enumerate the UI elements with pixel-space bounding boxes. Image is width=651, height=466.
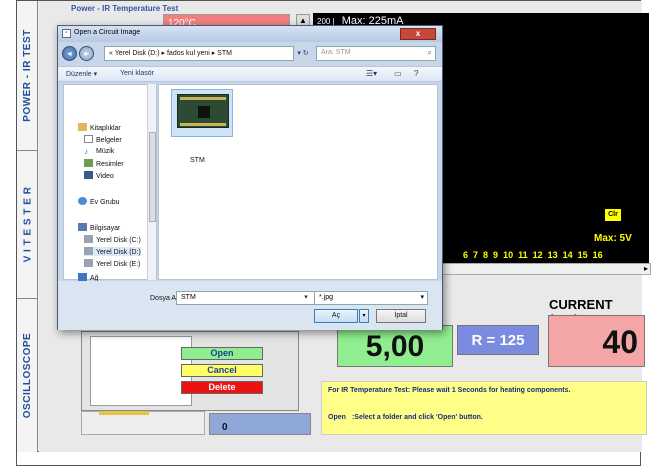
navigation-pane: Kitaplıklar Belgeler ♪ Müzik Resimler Vid… — [63, 84, 157, 282]
search-input[interactable]: Ara: STM ⌕ — [316, 46, 436, 61]
nav-libraries[interactable]: Kitaplıklar — [78, 123, 121, 132]
address-row: ◂ ▸ « Yerel Disk (D:) ▸ fados kul yeni ▸… — [58, 43, 442, 65]
clear-button[interactable]: Clr — [605, 209, 621, 221]
nav-computer[interactable]: Bilgisayar — [78, 223, 120, 232]
scrollbar-thumb[interactable] — [149, 132, 156, 222]
disk-icon — [84, 235, 93, 243]
info-text: :Select a folder and click 'Open' button… — [351, 414, 483, 421]
nav-disk-e[interactable]: Yerel Disk (E:) — [84, 259, 140, 268]
dialog-title: Open a Circuit Image — [74, 29, 141, 36]
x-tick-label: 16 — [592, 250, 603, 260]
close-icon[interactable]: x — [400, 28, 436, 40]
filetype-value: *.jpg — [319, 294, 334, 301]
nav-documents[interactable]: Belgeler — [84, 135, 122, 144]
tab-power-ir-test[interactable]: POWER - IR TEST — [17, 1, 38, 151]
homegroup-icon — [78, 197, 87, 205]
disk-icon — [84, 247, 93, 255]
x-tick-label: 6 — [463, 250, 469, 260]
voltage-display: 5,00 — [337, 325, 453, 367]
back-arrow-icon[interactable]: ◂ — [62, 46, 77, 61]
resistance-display: R = 125 — [457, 325, 539, 355]
tab-oscilloscope[interactable]: OSCILLOSCOPE — [17, 299, 38, 452]
x-tick-label: 12 — [532, 250, 543, 260]
cancel-button[interactable]: Cancel — [181, 364, 263, 377]
video-icon — [84, 171, 93, 179]
dialog-footer: Dosya Adı: STM ▾ *.jpg ▾ Aç ▾ İptal — [58, 281, 442, 330]
x-axis-ticks: 6 7 8 9 10 11 12 13 14 15 16 — [463, 250, 603, 260]
count-display: 0 — [209, 413, 311, 435]
help-icon[interactable]: ? — [414, 69, 418, 78]
refresh-icon[interactable]: ▾ ↻ — [296, 46, 310, 61]
preview-pane-icon[interactable]: ▭ — [394, 69, 402, 78]
open-file-dialog: ▫ Open a Circuit Image x ◂ ▸ « Yerel Dis… — [57, 25, 443, 330]
nav-disk-d[interactable]: Yerel Disk (D:) — [84, 247, 141, 256]
pictures-icon — [84, 159, 93, 167]
filetype-select[interactable]: *.jpg ▾ — [314, 291, 428, 305]
dialog-open-button[interactable]: Aç — [314, 309, 358, 323]
tab-label: POWER - IR TEST — [22, 29, 33, 122]
x-tick-label: 10 — [503, 250, 514, 260]
library-icon — [78, 123, 87, 131]
chevron-down-icon[interactable]: ▾ — [300, 291, 312, 305]
circuit-board-thumbnail — [177, 94, 229, 128]
scroll-right-icon[interactable]: ▸ — [644, 264, 648, 273]
forward-arrow-icon[interactable]: ▸ — [79, 46, 94, 61]
x-tick-label: 13 — [547, 250, 558, 260]
computer-icon — [78, 223, 87, 231]
open-button[interactable]: Open — [181, 347, 263, 360]
vertical-tab-strip: POWER - IR TEST V I T E S T E R OSCILLOS… — [17, 1, 38, 452]
network-icon — [78, 273, 87, 281]
tab-label: V I T E S T E R — [22, 186, 34, 263]
address-bar[interactable]: « Yerel Disk (D:) ▸ fados kul yeni ▸ STM — [104, 46, 294, 61]
status-strip — [16, 452, 641, 466]
info-box: For IR Temperature Test: Please wait 1 S… — [321, 381, 647, 435]
tab-label: OSCILLOSCOPE — [22, 332, 34, 419]
x-tick-label: 11 — [518, 250, 528, 260]
file-item-label: STM — [190, 157, 205, 164]
dialog-titlebar[interactable]: ▫ Open a Circuit Image x — [58, 26, 442, 42]
dialog-cancel-button[interactable]: İptal — [376, 309, 426, 323]
music-icon: ♪ — [84, 147, 88, 156]
nav-homegroup[interactable]: Ev Grubu — [78, 197, 120, 206]
documents-icon — [84, 135, 93, 143]
info-line-2: Open :Select a folder and click 'Open' b… — [328, 414, 483, 421]
x-tick-label: 15 — [577, 250, 588, 260]
search-placeholder: Ara: STM — [321, 49, 351, 56]
disk-icon — [84, 259, 93, 267]
x-tick-label: 14 — [562, 250, 573, 260]
delete-button[interactable]: Delete — [181, 381, 263, 394]
x-tick-label: 8 — [483, 250, 489, 260]
view-options-icon[interactable]: ☰▾ — [366, 69, 377, 78]
nav-pictures[interactable]: Resimler — [84, 159, 124, 168]
x-tick-label: 9 — [493, 250, 499, 260]
circuit-image-preview — [90, 336, 192, 406]
tab-vi-tester[interactable]: V I T E S T E R — [17, 151, 38, 299]
new-folder-button[interactable]: Yeni klasör — [120, 70, 154, 77]
nav-video[interactable]: Video — [84, 171, 114, 180]
chevron-down-icon: ▾ — [420, 294, 424, 301]
lower-indicator — [99, 411, 149, 415]
folder-icon: ▫ — [62, 29, 71, 38]
search-icon: ⌕ — [427, 48, 432, 57]
current-display: 40 — [548, 315, 645, 367]
dialog-toolbar: Düzenle ▾ Yeni klasör ☰▾ ▭ ? — [58, 66, 442, 82]
max-voltage-label: Max: 5V — [594, 233, 632, 244]
x-tick-label: 7 — [473, 250, 479, 260]
group-title: Power - IR Temperature Test — [69, 4, 181, 13]
info-key: Open — [328, 414, 346, 421]
organize-button[interactable]: Düzenle ▾ — [66, 70, 97, 78]
nav-disk-c[interactable]: Yerel Disk (C:) — [84, 235, 141, 244]
nav-music[interactable]: ♪ Müzik — [84, 147, 114, 156]
nav-scrollbar[interactable] — [147, 84, 156, 280]
info-line-1: For IR Temperature Test: Please wait 1 S… — [328, 387, 571, 394]
open-split-arrow-icon[interactable]: ▾ — [359, 309, 369, 323]
file-list: STM — [158, 84, 438, 280]
file-item-stm[interactable] — [171, 89, 233, 137]
